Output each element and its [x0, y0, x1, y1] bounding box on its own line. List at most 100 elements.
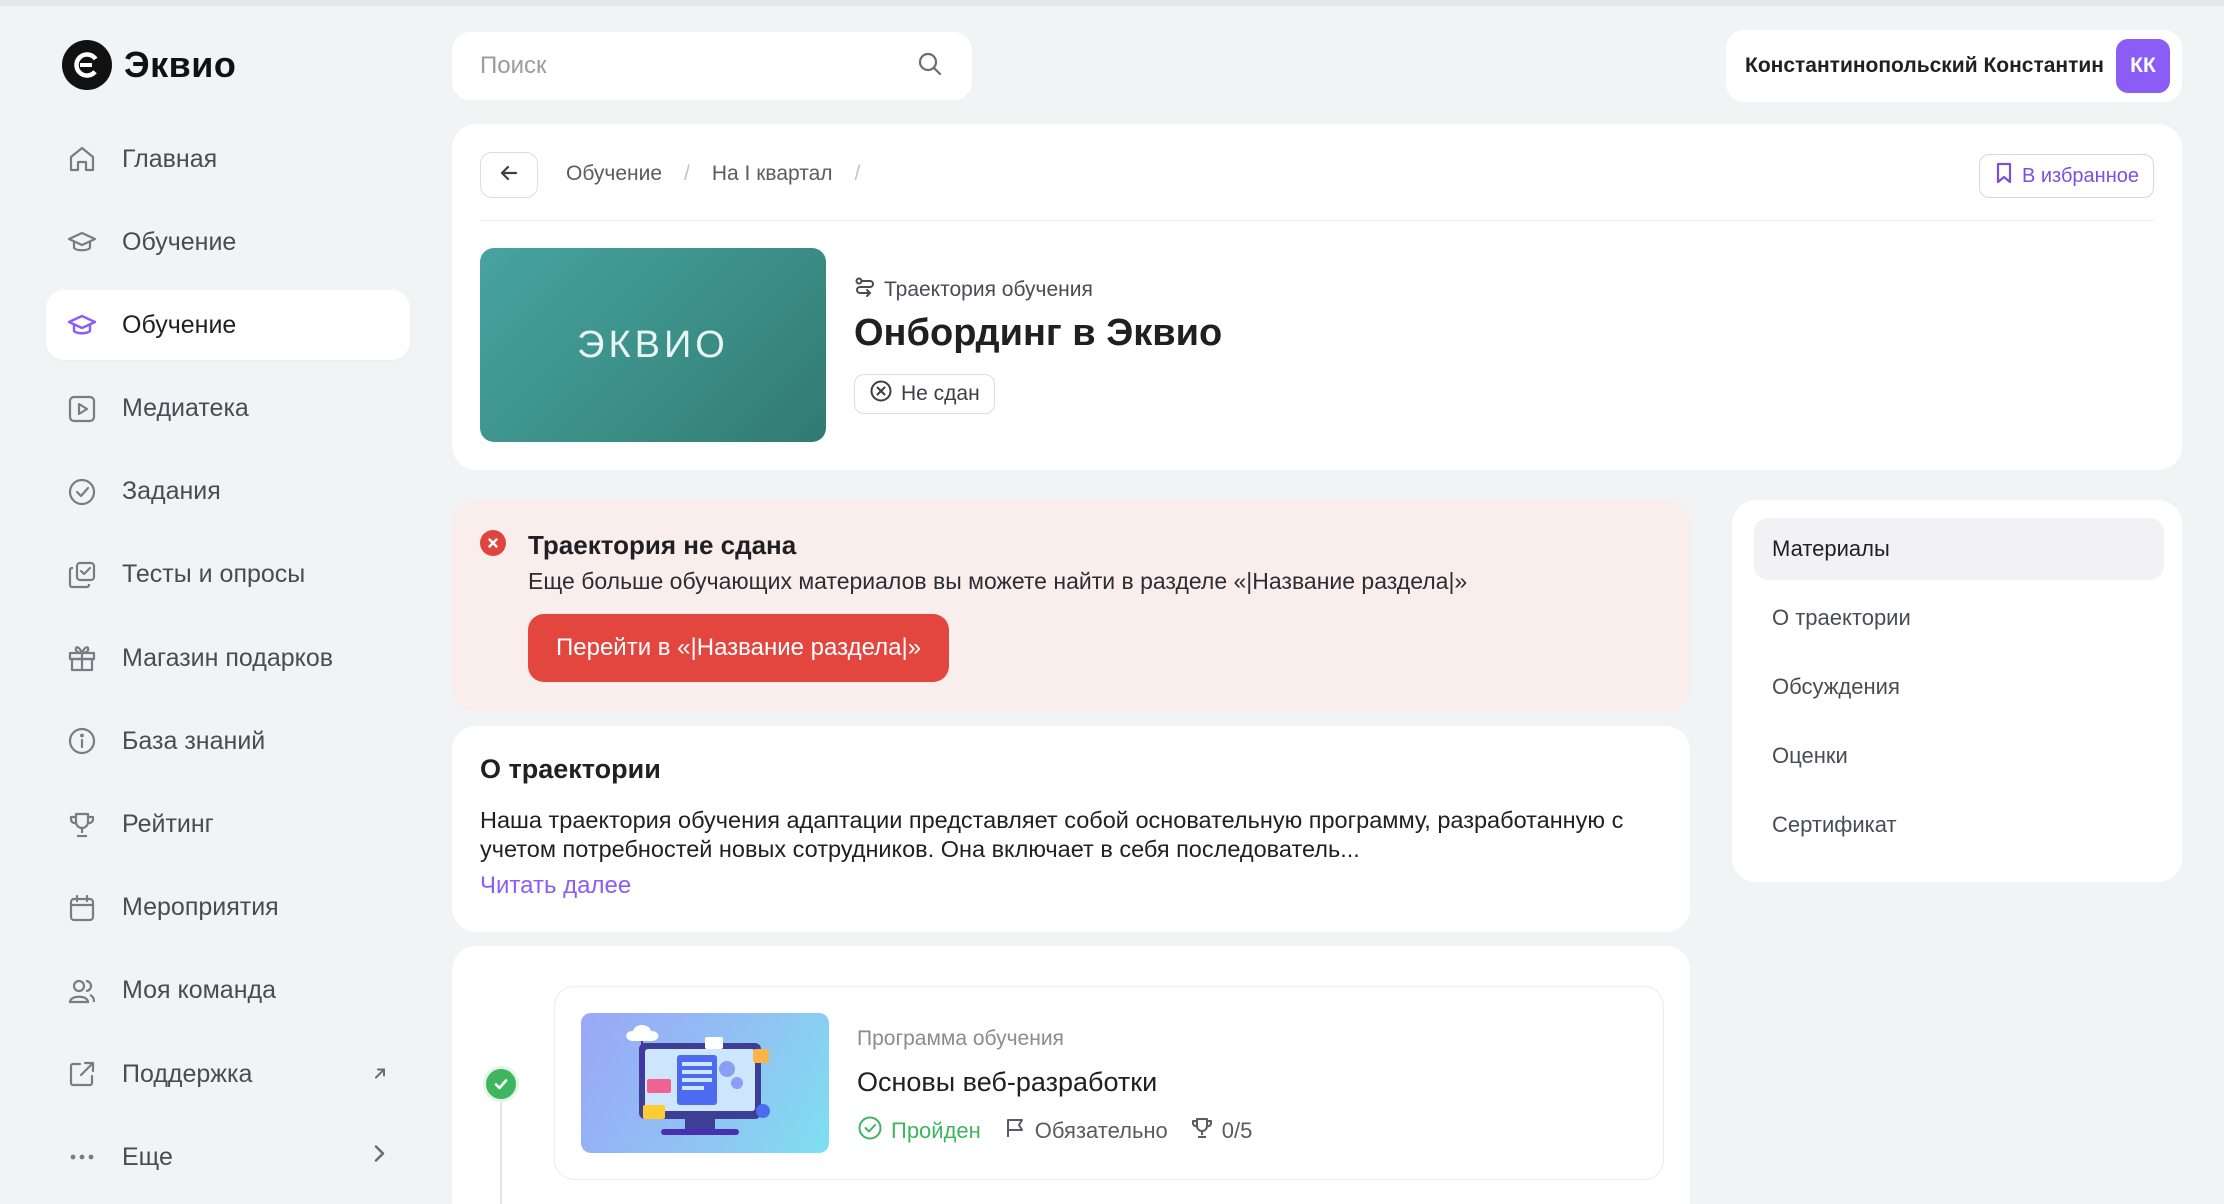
logo[interactable]: Эквио [62, 40, 236, 90]
section-nav-ratings[interactable]: Оценки [1754, 725, 2164, 787]
status-badge: Не сдан [854, 374, 995, 414]
favorite-label: В избранное [2021, 164, 2139, 187]
go-to-section-button[interactable]: Перейти в «|Название раздела|» [528, 614, 950, 682]
team-icon [64, 973, 100, 1009]
sidebar-nav: Главная Обучение Обучение Медиатека Зада… [46, 124, 410, 1204]
sidebar-item-label: Магазин подарков [122, 643, 334, 672]
breadcrumb: Обучение / На I квартал / [566, 162, 860, 186]
avatar[interactable]: КК [2116, 39, 2170, 93]
sidebar-item-label: Тесты и опросы [122, 560, 306, 589]
sidebar-item-label: Медиатека [122, 394, 249, 423]
alert-text: Еще больше обучающих материалов вы может… [528, 568, 1468, 594]
error-icon [480, 530, 506, 556]
alert-title: Траектория не сдана [528, 530, 797, 560]
trophy-icon [64, 807, 100, 843]
sidebar-item-learning[interactable]: Обучение [46, 207, 410, 277]
sidebar-item-tasks[interactable]: Задания [46, 457, 410, 527]
x-circle-icon [869, 379, 893, 409]
course-type-label: Траектория обучения [884, 278, 1093, 301]
graduation-cap-icon [64, 307, 100, 343]
sidebar-item-label: Рейтинг [122, 810, 214, 838]
sidebar-item-label: Обучение [122, 227, 237, 256]
tests-icon [64, 557, 100, 593]
about-text: Наша траектория обучения адаптации предс… [480, 807, 1624, 862]
sidebar-item-knowledge-base[interactable]: База знаний [46, 706, 410, 776]
failed-alert: Траектория не сдана Еще больше обучающих… [452, 500, 1690, 712]
page-title: Онбординг в Эквио [854, 312, 1223, 354]
check-circle-icon [64, 474, 100, 510]
breadcrumb-item[interactable]: На I квартал [712, 162, 833, 186]
chevron-right-icon [370, 1143, 388, 1172]
calendar-icon [64, 890, 100, 926]
program-meta: Пройден Обязательно 0/5 [857, 1115, 1252, 1147]
sidebar-item-label: Еще [122, 1142, 173, 1171]
course-cover: ЭКВИО [480, 248, 826, 442]
about-card: О траектории Наша траектория обучения ад… [452, 726, 1690, 932]
program-title: Основы веб-разработки [857, 1067, 1158, 1097]
divider [480, 220, 2154, 221]
timeline-line [500, 1096, 502, 1204]
sidebar-item-label: Главная [122, 144, 218, 173]
user-menu[interactable]: Константинопольский Константин КК [1726, 30, 2182, 102]
sidebar: Эквио Главная Обучение Обучение Медиатек… [0, 0, 440, 1204]
section-nav-certificate[interactable]: Сертификат [1754, 794, 2164, 856]
program-item[interactable]: Программа обучения Основы веб-разработки… [554, 986, 1664, 1180]
logo-icon [62, 40, 112, 90]
back-button[interactable] [480, 152, 538, 198]
sidebar-item-gift-shop[interactable]: Магазин подарков [46, 623, 410, 693]
trophy-icon [1190, 1116, 1214, 1146]
materials-card: Программа обучения Основы веб-разработки… [452, 946, 1690, 1204]
sidebar-item-label: Задания [122, 477, 221, 506]
flag-icon [1003, 1116, 1027, 1146]
more-icon [64, 1139, 100, 1175]
arrow-up-right-icon [372, 1060, 388, 1089]
completed-check-icon [483, 1066, 519, 1102]
sidebar-item-support[interactable]: Поддержка [46, 1039, 410, 1109]
cover-logo-text: ЭКВИО [577, 323, 729, 366]
play-icon [64, 391, 100, 427]
sidebar-item-team[interactable]: Моя команда [46, 956, 410, 1026]
course-header-card: Обучение / На I квартал / В избранное ЭК… [452, 124, 2182, 470]
bookmark-icon [1994, 162, 2014, 190]
check-circle-icon [857, 1115, 883, 1147]
sidebar-item-home[interactable]: Главная [46, 124, 410, 194]
program-type: Программа обучения [857, 1027, 1064, 1050]
about-title: О траектории [480, 754, 661, 784]
route-icon [854, 276, 876, 304]
section-nav-materials[interactable]: Материалы [1754, 518, 2164, 580]
search-icon[interactable] [916, 50, 944, 83]
graduation-cap-icon [64, 224, 100, 260]
required-tag: Обязательно [1003, 1116, 1168, 1146]
section-nav-discussions[interactable]: Обсуждения [1754, 656, 2164, 718]
search-input[interactable] [480, 52, 916, 80]
arrow-left-icon [498, 162, 520, 189]
sidebar-item-media[interactable]: Медиатека [46, 374, 410, 444]
sidebar-item-learning-active[interactable]: Обучение [46, 290, 410, 361]
score: 0/5 [1190, 1116, 1253, 1146]
status-label: Не сдан [901, 382, 980, 405]
passed-status: Пройден [857, 1115, 981, 1147]
sidebar-item-more[interactable]: Еще [46, 1122, 410, 1192]
sidebar-item-label: Моя команда [122, 976, 277, 1005]
sidebar-item-tests[interactable]: Тесты и опросы [46, 540, 410, 610]
section-nav-about[interactable]: О траектории [1754, 587, 2164, 649]
sidebar-item-rating[interactable]: Рейтинг [46, 790, 410, 860]
gift-icon [64, 640, 100, 676]
passed-label: Пройден [891, 1118, 981, 1143]
logo-text: Эквио [124, 44, 237, 85]
sidebar-item-label: Мероприятия [122, 893, 279, 922]
favorite-button[interactable]: В избранное [1978, 154, 2154, 198]
breadcrumb-separator: / [854, 162, 861, 185]
breadcrumb-separator: / [684, 162, 690, 185]
breadcrumb-item[interactable]: Обучение [566, 162, 662, 186]
sidebar-item-label: Обучение [122, 310, 237, 339]
program-thumbnail [581, 1013, 829, 1153]
score-value: 0/5 [1221, 1118, 1253, 1143]
required-label: Обязательно [1034, 1118, 1168, 1143]
home-icon [64, 141, 100, 177]
external-link-icon [64, 1056, 100, 1092]
info-icon [64, 723, 100, 759]
read-more-link[interactable]: Читать далее [480, 872, 631, 900]
search-bar [452, 32, 972, 100]
sidebar-item-events[interactable]: Мероприятия [46, 873, 410, 943]
